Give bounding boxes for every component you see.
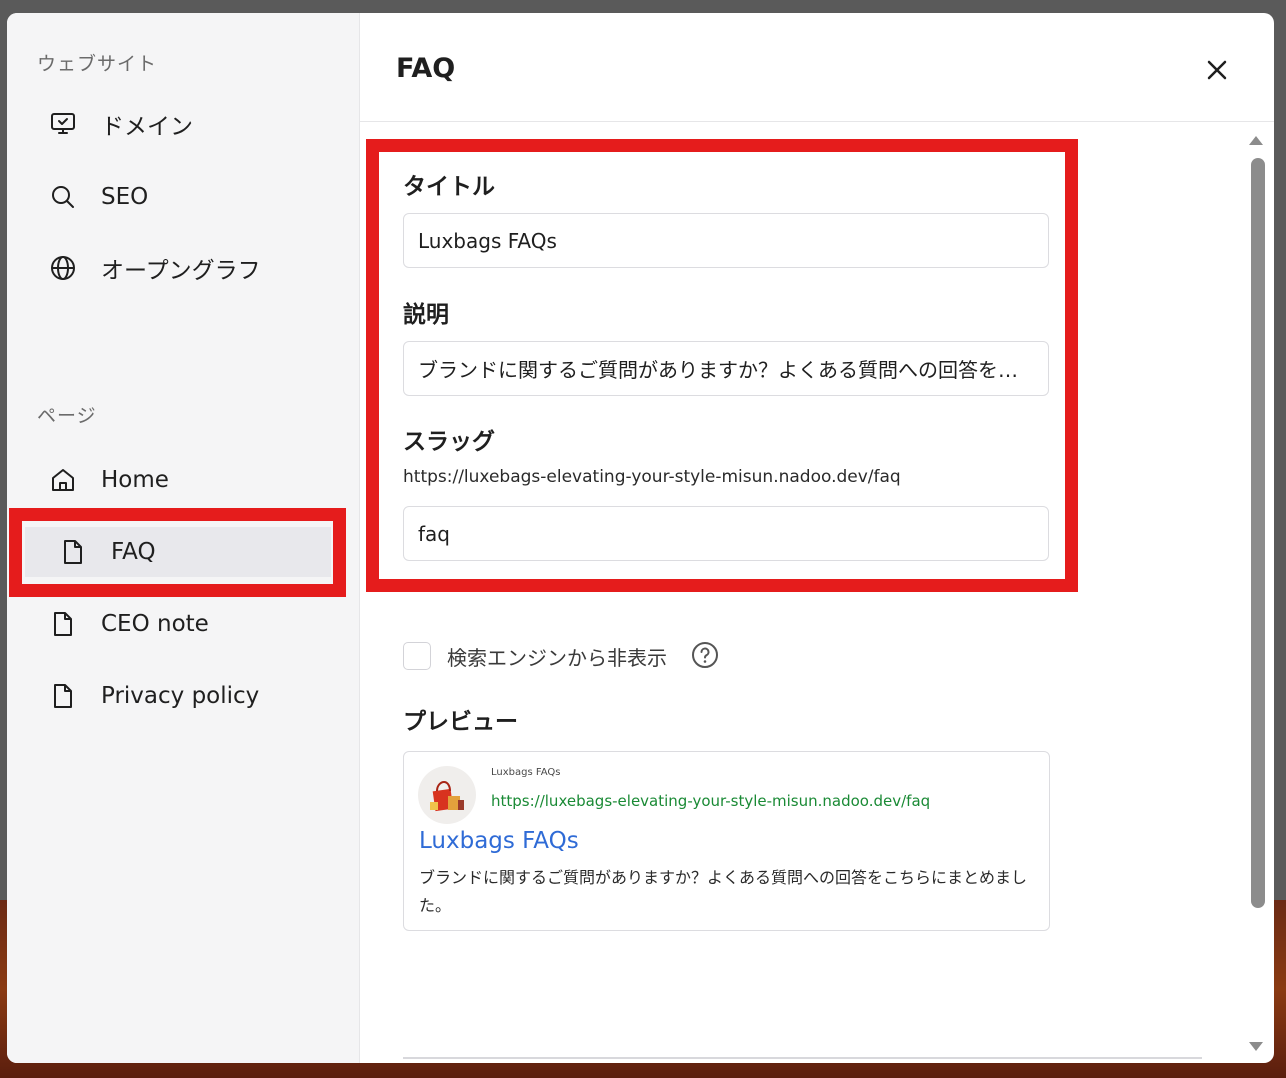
page-icon	[49, 610, 77, 638]
monitor-icon	[49, 110, 77, 138]
scrollbar-thumb[interactable]	[1251, 158, 1265, 908]
section-label-pages: ページ	[37, 405, 97, 427]
search-icon	[49, 183, 77, 211]
divider	[403, 1057, 1202, 1059]
sidebar-item-label: CEO note	[101, 611, 209, 637]
help-icon[interactable]	[691, 641, 719, 669]
preview-description: ブランドに関するご質問がありますか？よくある質問への回答をこちらにまとめました。	[419, 868, 1028, 915]
scroll-down-arrow-icon[interactable]	[1249, 1042, 1263, 1051]
annotation-highlight-sidebar	[9, 508, 346, 597]
search-preview-card: Luxbags FAQs https://luxebags-elevating-…	[403, 751, 1050, 931]
preview-title[interactable]: Luxbags FAQs	[419, 828, 579, 854]
section-label-website: ウェブサイト	[37, 53, 158, 75]
sidebar-item-seo[interactable]: SEO	[49, 172, 148, 222]
sidebar-item-label: ドメイン	[101, 114, 193, 140]
close-button[interactable]	[1200, 53, 1234, 87]
site-favicon	[418, 766, 476, 824]
sidebar-item-home[interactable]: Home	[49, 455, 169, 505]
page-icon	[49, 682, 77, 710]
sidebar-item-label: SEO	[101, 184, 149, 210]
hide-from-search-checkbox[interactable]	[403, 642, 431, 670]
sidebar-item-open-graph[interactable]: オープングラフ	[49, 243, 261, 293]
page-title: FAQ	[396, 53, 456, 84]
scroll-up-arrow-icon[interactable]	[1249, 136, 1263, 145]
scrollbar[interactable]	[1246, 131, 1266, 1057]
preview-url: https://luxebags-elevating-your-style-mi…	[491, 792, 931, 810]
preview-site-name: Luxbags FAQs	[491, 767, 561, 778]
home-icon	[49, 466, 77, 494]
preview-label: プレビュー	[403, 709, 518, 735]
hide-from-search-label: 検索エンジンから非表示	[447, 646, 667, 670]
close-icon	[1207, 60, 1227, 80]
sidebar-item-label: オープングラフ	[101, 258, 261, 284]
main-header: FAQ	[360, 13, 1274, 122]
sidebar-item-label: Privacy policy	[101, 683, 260, 709]
sidebar-item-label: Home	[101, 467, 169, 493]
globe-icon	[49, 254, 77, 282]
annotation-highlight-form	[366, 139, 1078, 592]
sidebar-item-ceo-note[interactable]: CEO note	[49, 599, 209, 649]
sidebar-item-privacy-policy[interactable]: Privacy policy	[49, 671, 259, 721]
sidebar-item-domain[interactable]: ドメイン	[49, 99, 193, 149]
